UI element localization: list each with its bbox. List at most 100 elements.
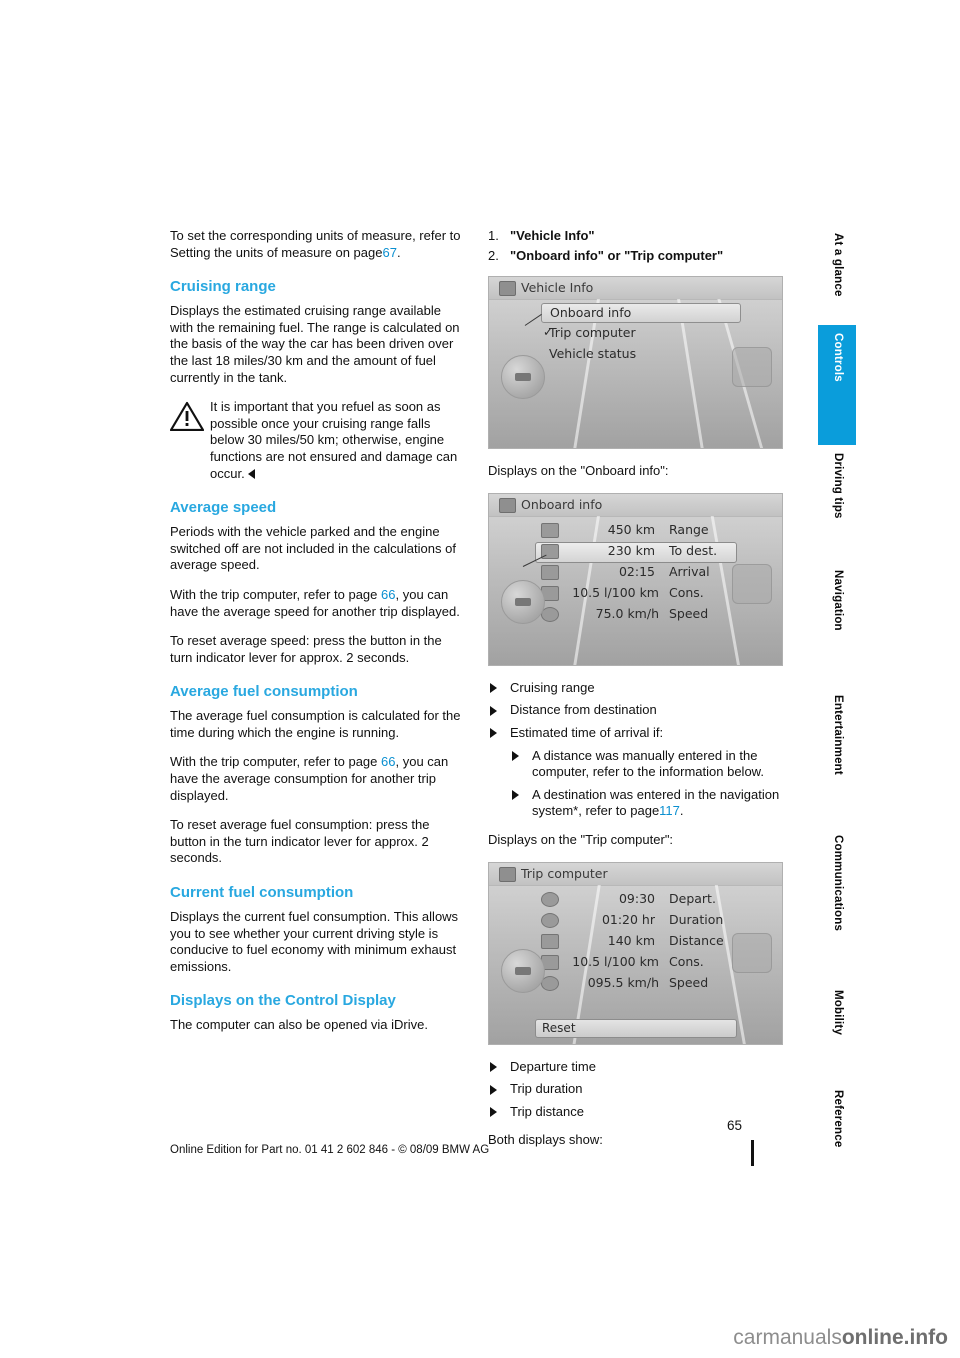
idrive-right-panel-icon-3 xyxy=(732,932,772,973)
idrive-right-panel-icon-2 xyxy=(732,563,772,604)
warning-text: It is important that you refuel as soon … xyxy=(170,399,462,482)
vehicle-info-title: Vehicle Info xyxy=(521,280,594,296)
screenshot-trip-computer: Trip computer 09:30 Depart. 01:20 hr Dur… xyxy=(488,861,783,1045)
average-speed-body1: Periods with the vehicle parked and the … xyxy=(170,524,456,573)
bullet-eta-sub-1: A distance was manually entered in the c… xyxy=(510,748,783,781)
row-label-cons: Cons. xyxy=(669,584,704,600)
arrow-icon xyxy=(490,1084,497,1095)
bullet-trip-duration-label: Trip duration xyxy=(510,1081,583,1097)
tab-controls-label: Controls xyxy=(832,333,844,382)
step-1-number: 1. xyxy=(488,228,499,243)
step-2: 2. "Onboard info" or "Trip computer" xyxy=(488,248,783,265)
row-value-duration: 01:20 hr xyxy=(601,911,655,927)
tab-mobility-label: Mobility xyxy=(832,990,844,1036)
bullet-distance-from-destination: Distance from destination xyxy=(488,702,783,719)
bullet-eta-page-link[interactable]: 117 xyxy=(659,803,680,818)
tab-driving-tips-label: Driving tips xyxy=(832,453,844,519)
row-label-speed-trip: Speed xyxy=(669,974,709,990)
tab-controls[interactable]: Controls xyxy=(818,325,856,445)
step-2-number: 2. xyxy=(488,247,499,263)
row-label-arrival: Arrival xyxy=(669,563,710,579)
row-label-cons-trip: Cons. xyxy=(669,953,704,969)
row-value-distance: 140 km xyxy=(607,932,655,948)
both-displays-caption: Both displays show: xyxy=(488,1132,603,1148)
menu-item-vehicle-status[interactable]: Vehicle status xyxy=(549,346,636,361)
intro-period: . xyxy=(396,244,401,260)
onboard-caption: Displays on the "Onboard info": xyxy=(488,463,669,479)
tab-reference[interactable]: Reference xyxy=(818,1082,856,1192)
tab-communications-label: Communications xyxy=(832,835,844,932)
heading-cruising-range: Cruising range xyxy=(170,278,276,296)
average-fuel-body3: To reset average fuel consumption: press… xyxy=(170,817,430,866)
step-1-text: "Vehicle Info" xyxy=(510,228,595,243)
control-display-body: The computer can also be opened via iDri… xyxy=(170,1017,428,1033)
menu-item-trip-computer-label: Trip computer xyxy=(549,325,636,341)
row-label-duration: Duration xyxy=(669,911,724,927)
tab-navigation[interactable]: Navigation xyxy=(818,562,856,687)
bullet-departure-time: Departure time xyxy=(488,1059,783,1076)
tab-at-a-glance[interactable]: At a glance xyxy=(818,225,856,325)
bullet-departure-time-label: Departure time xyxy=(510,1058,596,1074)
bullet-eta-sub-2: A destination was entered in the navigat… xyxy=(510,787,783,820)
row-icon-range xyxy=(541,522,559,538)
cruising-range-body: Displays the estimated cruising range av… xyxy=(170,303,460,385)
bullet-cruising-range-label: Cruising range xyxy=(510,679,595,695)
onboard-info-title: Onboard info xyxy=(521,496,603,512)
tab-navigation-label: Navigation xyxy=(832,570,844,631)
row-value-range: 450 km xyxy=(607,521,655,537)
tab-communications[interactable]: Communications xyxy=(818,827,856,982)
reset-button[interactable]: Reset xyxy=(535,1018,737,1038)
right-content-column: 1. "Vehicle Info" 2. "Onboard info" or "… xyxy=(488,228,783,1162)
average-speed-body2-pre: With the trip computer, refer to page xyxy=(170,586,378,602)
row-value-cons-trip: 10.5 l/100 km xyxy=(572,953,659,969)
onboard-bullet-list: Cruising range Distance from destination… xyxy=(488,680,783,820)
tab-driving-tips[interactable]: Driving tips xyxy=(818,445,856,562)
trip-computer-title: Trip computer xyxy=(521,865,608,881)
left-text-column: To set the corresponding units of measur… xyxy=(169,228,462,1047)
row-label-distance: Distance xyxy=(669,932,724,948)
bullet-eta-label: Estimated time of arrival if: xyxy=(510,724,664,740)
bullet-distance-label: Distance from destination xyxy=(510,702,657,718)
trip-bullet-list: Departure time Trip duration Trip distan… xyxy=(488,1059,783,1121)
tab-mobility[interactable]: Mobility xyxy=(818,982,856,1082)
onboard-info-icon xyxy=(499,497,516,513)
row-icon-duration xyxy=(541,912,559,928)
bullet-cruising-range: Cruising range xyxy=(488,680,783,697)
vehicle-info-header: Vehicle Info xyxy=(489,277,782,301)
footer-marker xyxy=(751,1140,754,1166)
idrive-knob-icon-2 xyxy=(501,579,545,624)
vehicle-info-icon xyxy=(499,281,516,297)
row-icon-depart xyxy=(541,891,559,907)
average-fuel-page-link[interactable]: 66 xyxy=(381,754,395,769)
warning-triangle-icon xyxy=(169,401,205,432)
heading-current-fuel-consumption: Current fuel consumption xyxy=(170,884,354,902)
arrow-icon xyxy=(512,789,519,800)
row-value-cons: 10.5 l/100 km xyxy=(572,584,659,600)
row-label-depart: Depart. xyxy=(669,890,716,906)
heading-displays-on-control-display: Displays on the Control Display xyxy=(170,992,396,1010)
menu-item-onboard-info-label: Onboard info xyxy=(550,305,632,321)
row-value-depart: 09:30 xyxy=(618,890,655,906)
intro-text: To set the corresponding units of measur… xyxy=(170,228,461,260)
tab-entertainment[interactable]: Entertainment xyxy=(818,687,856,827)
heading-average-fuel-consumption: Average fuel consumption xyxy=(170,683,358,701)
reset-button-label: Reset xyxy=(542,1020,576,1035)
menu-item-trip-computer[interactable]: Trip computer xyxy=(549,325,636,340)
bullet-eta-sub-2-label: A destination was entered in the navigat… xyxy=(532,786,780,819)
intro-page-link[interactable]: 67 xyxy=(382,245,396,260)
arrow-icon xyxy=(512,750,519,761)
idrive-knob-icon-3 xyxy=(501,948,545,993)
bullet-eta-sub-1-label: A distance was manually entered in the c… xyxy=(532,747,764,780)
warning-block: It is important that you refuel as soon … xyxy=(169,399,462,482)
arrow-icon xyxy=(490,1107,497,1118)
end-marker-icon xyxy=(247,468,255,479)
average-speed-page-link[interactable]: 66 xyxy=(381,587,395,602)
idrive-knob-icon xyxy=(501,355,545,400)
row-label-range: Range xyxy=(669,521,709,537)
watermark: carmanualsonline.info xyxy=(733,1326,948,1350)
row-icon-arrival xyxy=(541,564,559,580)
trip-caption: Displays on the "Trip computer": xyxy=(488,831,674,847)
average-fuel-body2-pre: With the trip computer, refer to page xyxy=(170,754,378,770)
menu-item-onboard-info[interactable]: Onboard info xyxy=(541,303,741,324)
row-value-arrival: 02:15 xyxy=(618,563,655,579)
